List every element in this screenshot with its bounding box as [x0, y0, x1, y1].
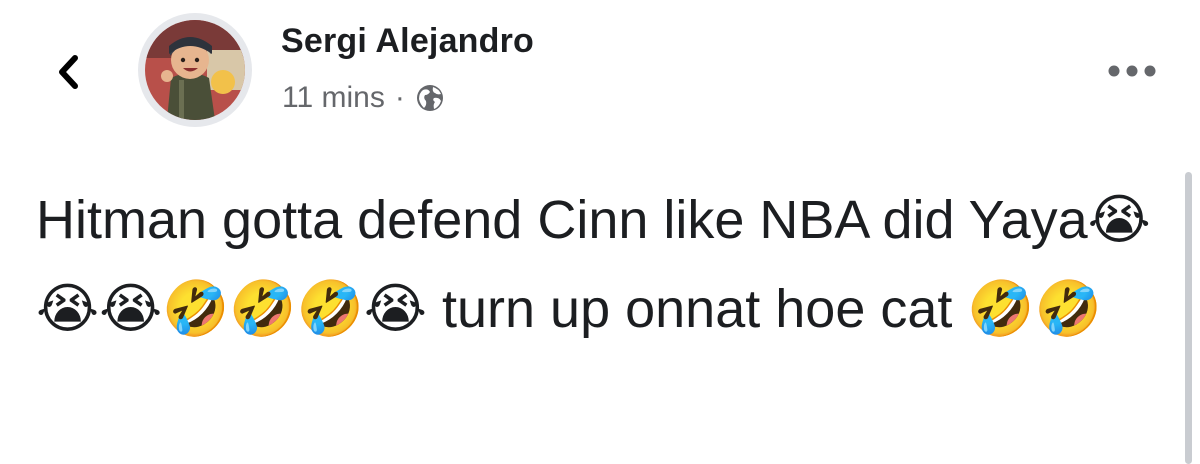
globe-icon[interactable]: [415, 83, 445, 113]
more-options-button[interactable]: [1104, 56, 1160, 86]
more-horizontal-icon: [1108, 65, 1156, 77]
avatar-photo: [145, 20, 245, 120]
post-meta: 11 mins ·: [282, 80, 445, 116]
post-timestamp[interactable]: 11 mins: [282, 81, 385, 115]
scrollbar-thumb[interactable]: [1185, 172, 1192, 464]
meta-separator: ·: [394, 81, 405, 114]
back-button[interactable]: [44, 48, 92, 96]
chevron-left-icon: [59, 55, 78, 89]
avatar[interactable]: [138, 13, 252, 127]
author-name[interactable]: Sergi Alejandro: [281, 22, 534, 61]
post-view: Sergi Alejandro 11 mins · Hitman gotta d…: [0, 0, 1200, 464]
post-text: Hitman gotta defend Cinn like NBA did Ya…: [36, 190, 1151, 339]
